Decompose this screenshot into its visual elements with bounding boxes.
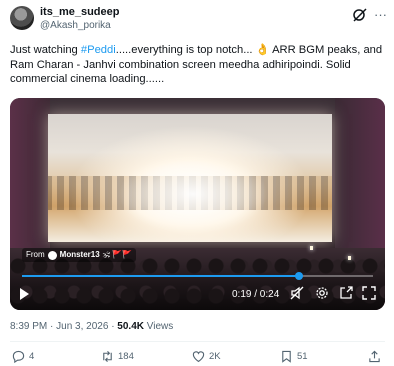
avatar[interactable] — [10, 6, 34, 30]
watermark-logo-icon — [47, 250, 57, 260]
action-bar: 4 184 2K 51 — [0, 350, 394, 366]
heart-icon — [192, 351, 205, 363]
repost-count: 184 — [118, 351, 134, 362]
tweet-card: its_me_sudeep @Akash_porika ··· Just wat… — [0, 0, 394, 366]
tweet-meta: 8:39 PM · Jun 3, 2026 · 50.4K Views — [10, 321, 173, 332]
picture-in-picture-icon[interactable] — [339, 286, 353, 300]
like-count: 2K — [209, 351, 221, 362]
bookmark-icon — [282, 350, 291, 363]
video-controls: 0:19 / 0:24 — [10, 284, 385, 304]
watermark-brand: Monster13 — [59, 250, 100, 259]
watermark-emojis: 🕉 🚩🚩 — [102, 250, 133, 259]
play-icon[interactable] — [20, 288, 29, 300]
fullscreen-icon[interactable] — [362, 286, 376, 300]
phone-light — [348, 256, 351, 260]
gear-icon[interactable] — [315, 286, 329, 300]
phone-light — [310, 246, 313, 250]
post-date[interactable]: Jun 3, 2026 — [56, 321, 108, 332]
bookmark-button[interactable]: 51 — [280, 350, 308, 363]
video-progress-fill — [22, 275, 300, 277]
reply-count: 4 — [29, 351, 35, 362]
hashtag-link[interactable]: #Peddi — [81, 44, 116, 56]
reply-button[interactable]: 4 — [12, 350, 34, 363]
tweet-text-start: Just watching — [10, 44, 81, 56]
video-watermark: From Monster13 🕉 🚩🚩 — [22, 248, 137, 262]
views-label: Views — [146, 321, 174, 332]
post-time[interactable]: 8:39 PM — [10, 321, 47, 332]
divider — [10, 341, 385, 342]
muted-speaker-icon[interactable] — [290, 286, 304, 300]
repost-button[interactable]: 184 — [101, 350, 134, 363]
views-count: 50.4K — [117, 321, 144, 332]
grok-icon[interactable] — [352, 8, 368, 22]
cinema-screen — [48, 114, 332, 242]
display-name[interactable]: its_me_sudeep — [40, 6, 119, 18]
repost-icon — [103, 350, 112, 363]
watermark-prefix: From — [26, 250, 45, 259]
video-time: 0:19 / 0:24 — [232, 289, 280, 300]
reply-icon — [12, 350, 25, 363]
share-button[interactable] — [368, 350, 381, 363]
video-player[interactable]: From Monster13 🕉 🚩🚩 0:19 / 0:24 — [10, 98, 385, 310]
user-handle[interactable]: @Akash_porika — [40, 20, 111, 31]
share-icon — [369, 350, 380, 363]
video-progress-bar[interactable] — [22, 272, 373, 280]
like-button[interactable]: 2K — [192, 350, 221, 363]
more-icon[interactable]: ··· — [374, 7, 387, 22]
bookmark-count: 51 — [297, 351, 308, 362]
tweet-text: Just watching #Peddi.....everything is t… — [10, 43, 386, 87]
screen-glow — [118, 154, 268, 234]
